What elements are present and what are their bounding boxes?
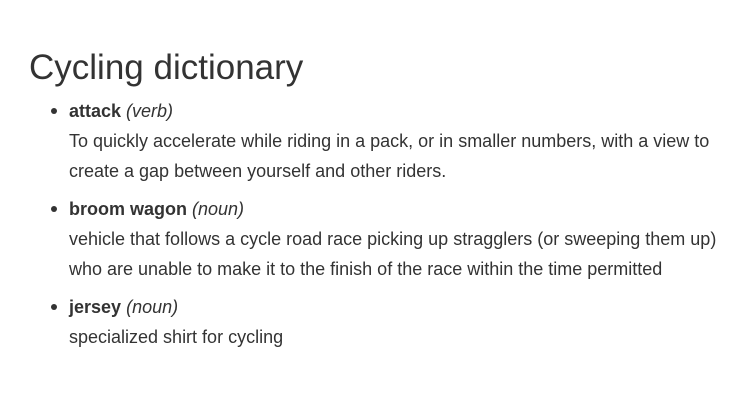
entry-definition: vehicle that follows a cycle road race p… — [69, 229, 717, 279]
entry-definition: specialized shirt for cycling — [69, 327, 284, 347]
entry-term: attack — [69, 101, 122, 121]
bullet-icon — [51, 304, 57, 310]
list-item-jersey: jersey (noun) specialized shirt for cycl… — [0, 292, 751, 352]
page-title: Cycling dictionary — [29, 48, 304, 87]
bullet-icon — [51, 108, 57, 114]
definition-list: attack (verb) To quickly accelerate whil… — [0, 96, 751, 352]
entry-term: broom wagon — [69, 199, 187, 219]
dictionary-page: Cycling dictionary attack (verb) To quic… — [0, 0, 751, 411]
bullet-icon — [51, 206, 57, 212]
entry-part-of-speech: (noun) — [126, 297, 179, 317]
entry-part-of-speech: (noun) — [192, 199, 245, 219]
entry-term: jersey — [69, 297, 122, 317]
list-item-broom-wagon: broom wagon (noun) vehicle that follows … — [0, 194, 751, 284]
entry-part-of-speech: (verb) — [126, 101, 174, 121]
list-item-attack: attack (verb) To quickly accelerate whil… — [0, 96, 751, 186]
entry-definition: To quickly accelerate while riding in a … — [69, 131, 710, 181]
